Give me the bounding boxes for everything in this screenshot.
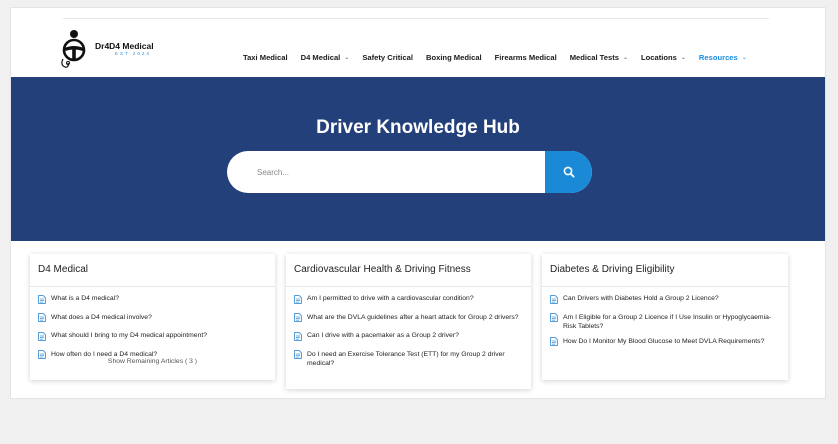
nav-item-label: D4 Medical bbox=[300, 53, 341, 62]
article-title: Do I need an Exercise Tolerance Test (ET… bbox=[307, 350, 505, 367]
category-card-cardiovascular: Cardiovascular Health & Driving Fitness … bbox=[286, 254, 531, 389]
nav-item-label: Resources bbox=[698, 53, 738, 62]
show-remaining-articles-link[interactable]: Show Remaining Articles ( 3 ) bbox=[30, 358, 275, 365]
article-title: How Do I Monitor My Blood Glucose to Mee… bbox=[563, 337, 765, 345]
article-title: What is a D4 medical? bbox=[51, 295, 119, 302]
logo-tagline: EST 2024 bbox=[115, 51, 151, 56]
card-divider bbox=[542, 286, 788, 287]
nav-item-medical-tests[interactable]: Medical Tests ⌄ bbox=[570, 53, 628, 62]
article-link[interactable]: What does a D4 medical involve? bbox=[38, 313, 269, 326]
article-title: What should I bring to my D4 medical app… bbox=[51, 332, 208, 339]
search-icon bbox=[563, 166, 575, 178]
search-bar bbox=[227, 151, 592, 193]
nav-item-label: Taxi Medical bbox=[243, 53, 288, 62]
card-divider bbox=[30, 286, 275, 287]
nav-item-label: Safety Critical bbox=[362, 53, 413, 62]
document-icon bbox=[38, 313, 46, 325]
article-link[interactable]: Am I permitted to drive with a cardiovas… bbox=[294, 294, 525, 307]
logo-brand: Dr4D4 Medical bbox=[95, 40, 154, 51]
article-link[interactable]: What is a D4 medical? bbox=[38, 294, 269, 307]
article-link[interactable]: What are the DVLA guidelines after a hea… bbox=[294, 313, 525, 326]
document-icon bbox=[38, 331, 46, 344]
category-card-diabetes: Diabetes & Driving Eligibility Can Drive… bbox=[542, 254, 788, 380]
nav-item-label: Boxing Medical bbox=[425, 53, 482, 62]
nav-item-label: Medical Tests bbox=[569, 53, 619, 62]
chevron-down-icon: ⌄ bbox=[680, 55, 686, 61]
steering-wheel-icon bbox=[61, 30, 86, 68]
search-input[interactable] bbox=[227, 151, 545, 193]
article-list: Am I permitted to drive with a cardiovas… bbox=[294, 294, 525, 374]
article-title: Am I permitted to drive with a cardiovas… bbox=[307, 295, 474, 302]
nav-item-firearms-medical[interactable]: Firearms Medical bbox=[495, 53, 557, 62]
article-link[interactable]: Do I need an Exercise Tolerance Test (ET… bbox=[294, 350, 525, 368]
hero-banner: Driver Knowledge Hub bbox=[11, 77, 825, 241]
chevron-down-icon: ⌄ bbox=[741, 55, 747, 61]
nav-item-taxi-medical[interactable]: Taxi Medical bbox=[243, 53, 288, 62]
chevron-down-icon: ⌄ bbox=[344, 55, 350, 61]
article-link[interactable]: What should I bring to my D4 medical app… bbox=[38, 331, 269, 344]
article-title: Can I drive with a pacemaker as a Group … bbox=[307, 332, 459, 339]
document-icon bbox=[294, 313, 302, 325]
document-icon bbox=[294, 350, 302, 362]
nav-item-label: Locations bbox=[641, 53, 677, 62]
article-link[interactable]: Can I drive with a pacemaker as a Group … bbox=[294, 331, 525, 344]
nav-item-safety-critical[interactable]: Safety Critical bbox=[362, 53, 413, 62]
category-card-d4-medical: D4 Medical What is a D4 medical? What doe… bbox=[30, 254, 275, 380]
article-list: What is a D4 medical? What does a D4 medi… bbox=[38, 294, 269, 368]
header-divider bbox=[63, 18, 769, 19]
main-nav: Taxi Medical D4 Medical ⌄ Safety Critical Bo… bbox=[243, 53, 760, 62]
article-title: What are the DVLA guidelines after a hea… bbox=[307, 313, 519, 321]
document-icon bbox=[294, 294, 302, 307]
hero-title: Driver Knowledge Hub bbox=[316, 117, 520, 138]
nav-item-resources[interactable]: Resources ⌄ bbox=[699, 53, 747, 62]
article-title: What does a D4 medical involve? bbox=[51, 313, 152, 321]
search-button[interactable] bbox=[545, 151, 592, 193]
article-title: Am I Eligible for a Group 2 Licence if I… bbox=[563, 313, 772, 330]
nav-item-locations[interactable]: Locations ⌄ bbox=[641, 53, 686, 62]
nav-item-d4-medical[interactable]: D4 Medical ⌄ bbox=[301, 53, 350, 62]
card-divider bbox=[286, 286, 531, 287]
article-link[interactable]: Can Drivers with Diabetes Hold a Group 2… bbox=[550, 294, 782, 307]
nav-item-boxing-medical[interactable]: Boxing Medical bbox=[426, 53, 482, 62]
document-icon bbox=[38, 294, 46, 307]
card-title: Cardiovascular Health & Driving Fitness bbox=[294, 264, 471, 275]
article-list: Can Drivers with Diabetes Hold a Group 2… bbox=[550, 294, 782, 355]
document-icon bbox=[294, 331, 302, 344]
chevron-down-icon: ⌄ bbox=[622, 55, 628, 61]
article-title: Can Drivers with Diabetes Hold a Group 2… bbox=[563, 295, 719, 302]
document-icon bbox=[550, 313, 558, 325]
article-link[interactable]: How Do I Monitor My Blood Glucose to Mee… bbox=[550, 337, 782, 350]
article-link[interactable]: Am I Eligible for a Group 2 Licence if I… bbox=[550, 313, 782, 331]
site-logo[interactable]: Dr4D4 Medical EST 2024 bbox=[59, 30, 154, 68]
card-title: Diabetes & Driving Eligibility bbox=[550, 264, 675, 275]
card-title: D4 Medical bbox=[38, 264, 89, 275]
document-icon bbox=[550, 294, 558, 307]
nav-item-label: Firearms Medical bbox=[494, 53, 557, 62]
document-icon bbox=[550, 337, 558, 349]
